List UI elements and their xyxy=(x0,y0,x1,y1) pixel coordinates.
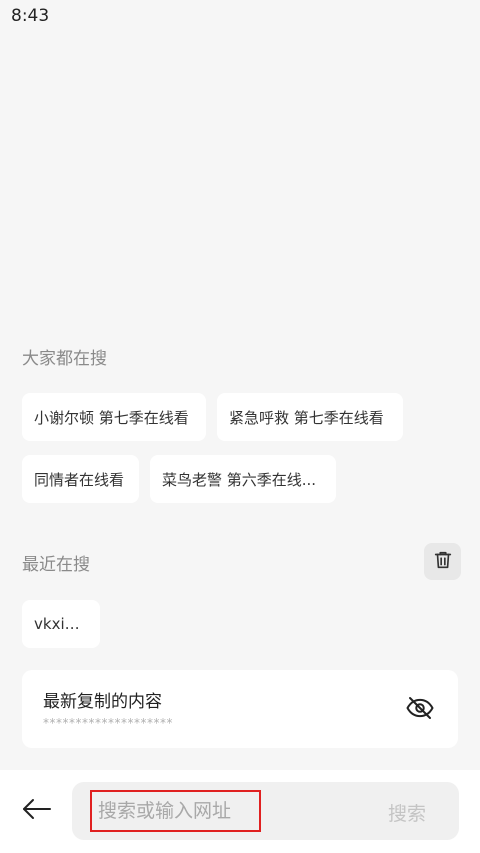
toggle-visibility-button[interactable] xyxy=(404,694,436,726)
recent-search-chip[interactable]: vkxiazai xyxy=(22,600,100,648)
hot-search-chip-label: 菜鸟老警 第六季在线... xyxy=(162,470,317,489)
trash-icon xyxy=(432,549,454,575)
hot-search-chip[interactable]: 同情者在线看 xyxy=(22,455,139,503)
status-time: 8:43 xyxy=(11,6,50,26)
hot-search-chip-label: 紧急呼救 第七季在线看 xyxy=(229,408,384,427)
search-screen: 8:43 大家都在搜 小谢尔顿 第七季在线看 紧急呼救 第七季在线看 同情者在线… xyxy=(0,0,480,853)
search-input[interactable] xyxy=(90,790,261,832)
clipboard-title: 最新复制的内容 xyxy=(43,692,162,712)
hot-search-chip[interactable]: 紧急呼救 第七季在线看 xyxy=(217,393,403,441)
eye-off-icon xyxy=(405,693,435,727)
search-button[interactable]: 搜索 xyxy=(388,799,426,826)
search-box: 搜索 xyxy=(72,782,459,840)
hot-search-chip-label: 同情者在线看 xyxy=(34,470,125,489)
hot-search-chip[interactable]: 菜鸟老警 第六季在线... xyxy=(150,455,336,503)
bottom-search-bar: 搜索 xyxy=(0,770,480,853)
hot-search-chip-label: 小谢尔顿 第七季在线看 xyxy=(34,408,189,427)
hot-searches-title: 大家都在搜 xyxy=(22,349,107,369)
back-button[interactable] xyxy=(20,796,54,826)
hot-search-chip[interactable]: 小谢尔顿 第七季在线看 xyxy=(22,393,206,441)
arrow-left-icon xyxy=(22,798,52,824)
clipboard-card[interactable]: 最新复制的内容 ******************** xyxy=(22,670,458,748)
clipboard-masked-content: ******************** xyxy=(43,716,173,730)
clear-history-button[interactable] xyxy=(424,543,461,580)
recent-search-chip-label: vkxiazai xyxy=(34,615,88,633)
status-bar: 8:43 xyxy=(0,0,480,34)
recent-searches-title: 最近在搜 xyxy=(22,555,90,575)
